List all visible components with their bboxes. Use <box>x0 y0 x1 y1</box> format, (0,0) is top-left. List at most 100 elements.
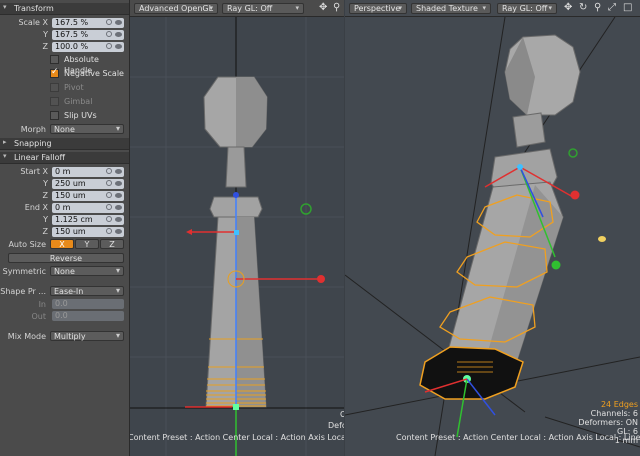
start-z-field[interactable]: 150 um <box>52 191 124 201</box>
keyframe-icon[interactable] <box>106 19 112 25</box>
channel-icon[interactable] <box>115 229 122 234</box>
view-type-dropdown[interactable]: Perspective <box>349 3 407 14</box>
keyframe-icon[interactable] <box>106 168 112 174</box>
scale-z-field[interactable]: 100.0 % <box>52 42 124 52</box>
mix-mode-dropdown[interactable]: Multiply <box>50 331 124 341</box>
gl-mode-dropdown[interactable]: Advanced OpenGL <box>134 3 218 14</box>
keyframe-icon[interactable] <box>106 31 112 37</box>
channel-icon[interactable] <box>115 44 122 49</box>
raygl-left-dropdown[interactable]: Ray GL: Off <box>222 3 304 14</box>
maximize-icon[interactable]: □ <box>623 2 632 13</box>
reverse-button[interactable]: Reverse <box>8 253 124 263</box>
channel-icon[interactable] <box>115 217 122 222</box>
start-z-label: Z <box>42 191 48 200</box>
keyframe-icon[interactable] <box>106 192 112 198</box>
right-viewport[interactable]: 24 Edges Channels: 6 Deformers: ON GL: 6… <box>345 17 640 456</box>
collapse-icon: ▾ <box>3 3 7 11</box>
scale-y-field[interactable]: 167.5 % <box>52 30 124 40</box>
zoom-icon[interactable]: ⚲ <box>594 2 601 13</box>
morph-dropdown[interactable]: None <box>50 124 124 134</box>
keyframe-icon[interactable] <box>106 216 112 222</box>
pivot-label: Pivot <box>64 83 84 92</box>
end-z-field[interactable]: 150 um <box>52 227 124 237</box>
out-field: 0.0 <box>52 311 124 321</box>
channel-icon[interactable] <box>115 205 122 210</box>
edges-count: 24 Edges <box>600 400 638 409</box>
in-label: In <box>38 300 46 309</box>
raygl-right-dropdown[interactable]: Ray GL: Off <box>497 3 557 14</box>
in-field: 0.0 <box>52 299 124 309</box>
symmetric-dropdown[interactable]: None <box>50 266 124 276</box>
negative-scale-label: Negative Scale <box>64 69 124 78</box>
falloff-end-handle[interactable] <box>517 164 523 170</box>
section-transform[interactable]: ▾ Transform <box>0 3 129 15</box>
out-label: Out <box>31 312 46 321</box>
start-y-field[interactable]: 250 um <box>52 179 124 189</box>
channels-count: Channels: 6 <box>590 409 638 418</box>
slip-uvs-checkbox[interactable] <box>50 111 59 120</box>
overlay-defo: Defo <box>328 421 344 430</box>
gimbal-label: Gimbal <box>64 97 93 106</box>
move-view-icon[interactable]: ✥ <box>319 2 327 13</box>
section-snapping[interactable]: ▸ Snapping <box>0 138 129 150</box>
keyframe-icon[interactable] <box>106 180 112 186</box>
auto-size-x-button[interactable]: X <box>50 239 74 249</box>
falloff-start-handle[interactable] <box>233 404 239 410</box>
auto-size-z-button[interactable]: Z <box>100 239 124 249</box>
end-y-label: Y <box>43 215 48 224</box>
zoom-icon[interactable]: ⚲ <box>333 2 340 13</box>
handle-blue[interactable] <box>233 192 239 198</box>
shape-preset-label: Shape Pr ... <box>0 287 46 296</box>
start-x-label: Start X <box>20 167 48 176</box>
start-x-field[interactable]: 0 m <box>52 167 124 177</box>
fit-view-icon[interactable]: ⤢ <box>608 2 616 13</box>
right-viewport-toolbar: ✥ ⚲ Perspective Shaded Texture Ray GL: O… <box>319 0 640 17</box>
morph-label: Morph <box>20 125 46 134</box>
scale-handle-y[interactable] <box>551 260 561 270</box>
rotate-view-icon[interactable]: ↻ <box>579 2 587 13</box>
left-viewport[interactable]: C Defo Content Preset : Action Center Lo… <box>130 17 344 456</box>
front-view-canvas <box>130 17 344 456</box>
keyframe-icon[interactable] <box>106 228 112 234</box>
move-view-icon[interactable]: ✥ <box>564 2 572 13</box>
left-status-text: Content Preset : Action Center Local : A… <box>130 433 344 442</box>
right-status-text: Content Preset : Action Center Local : A… <box>396 433 640 442</box>
overlay-c: C <box>340 410 344 419</box>
keyframe-icon[interactable] <box>106 204 112 210</box>
mix-mode-label: Mix Mode <box>7 332 46 341</box>
end-z-label: Z <box>42 227 48 236</box>
section-falloff-title: Linear Falloff <box>14 153 66 162</box>
scale-z-label: Z <box>42 42 48 51</box>
auto-size-label: Auto Size <box>8 240 46 249</box>
expand-icon: ▸ <box>3 138 7 146</box>
shading-dropdown[interactable]: Shaded Texture <box>411 3 491 14</box>
scale-x-label: Scale X <box>18 18 48 27</box>
absolute-handle-checkbox[interactable] <box>50 55 59 64</box>
channel-icon[interactable] <box>115 20 122 25</box>
keyframe-icon[interactable] <box>106 43 112 49</box>
end-x-field[interactable]: 0 m <box>52 203 124 213</box>
section-snapping-title: Snapping <box>14 139 52 148</box>
collapse-icon: ▾ <box>3 152 7 160</box>
start-y-label: Y <box>43 179 48 188</box>
channel-icon[interactable] <box>115 169 122 174</box>
negative-scale-checkbox[interactable] <box>50 67 59 78</box>
auto-size-y-button[interactable]: Y <box>75 239 99 249</box>
channel-icon[interactable] <box>115 193 122 198</box>
scale-handle-x[interactable] <box>570 190 580 200</box>
end-y-field[interactable]: 1.125 cm <box>52 215 124 225</box>
shape-preset-dropdown[interactable]: Ease-In <box>50 286 124 296</box>
pawn-base <box>419 346 524 400</box>
scale-handle-x[interactable] <box>317 275 325 283</box>
gimbal-checkbox <box>50 97 59 106</box>
section-transform-title: Transform <box>14 4 54 13</box>
channel-icon[interactable] <box>115 32 122 37</box>
section-linear-falloff[interactable]: ▾ Linear Falloff <box>0 152 129 164</box>
end-x-label: End X <box>24 203 48 212</box>
scale-y-label: Y <box>43 30 48 39</box>
left-viewport-toolbar: Advanced OpenGL Ray GL: Off <box>130 0 344 17</box>
properties-panel: ▾ Transform Scale X 167.5 % Y 167.5 % Z … <box>0 0 130 456</box>
scale-x-field[interactable]: 167.5 % <box>52 18 124 28</box>
slip-uvs-label: Slip UVs <box>64 111 97 120</box>
channel-icon[interactable] <box>115 181 122 186</box>
